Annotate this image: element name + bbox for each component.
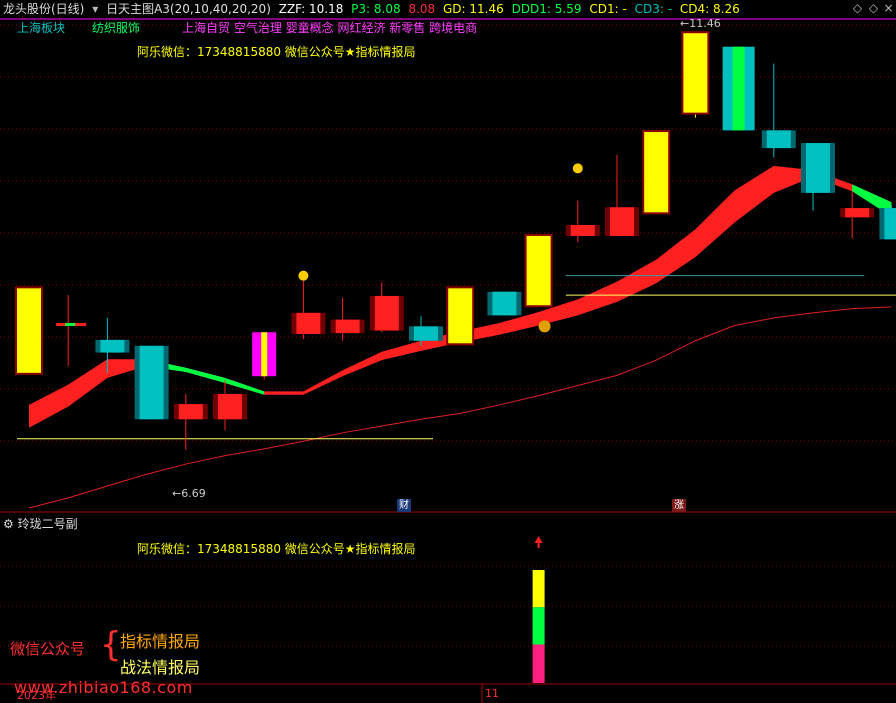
cd1-value: CD1: - [589,2,627,16]
candlestick-chart [0,18,896,703]
signal-dot [572,163,583,174]
candle-body [845,208,870,218]
promo-brace: { [100,625,122,665]
p3-value: P3: 8.08 [351,2,401,16]
finance-badge[interactable]: 财 [397,499,411,512]
candle-body [335,319,360,334]
candle-highlight [732,46,745,131]
candle-body [644,132,669,213]
p3b-value: 8.08 [408,2,436,16]
money-bag-icon [538,320,551,333]
candle-body [296,312,321,334]
watermark-sub: 阿乐微信：17348815880 微信公众号★指标情报局 [137,542,416,556]
settings-icon[interactable]: ◇ [851,2,864,15]
region-tag[interactable]: 上海板块 [17,19,65,36]
ddd1-value: DDD1: 5.59 [511,2,582,16]
signal-dot [298,270,309,281]
axis-month-label: 11 [485,687,499,700]
candle-body [570,224,595,236]
candle-body [766,130,791,149]
candle-body [526,235,551,306]
cd3-value: CD3: - [634,2,673,16]
candle-stripe [261,332,268,377]
candle-body [374,295,399,331]
promo-left-text: 微信公众号 [10,640,86,658]
axis-year-label: 2023年 [17,689,56,702]
close-icon[interactable]: × [882,2,895,15]
sub-bar-segment [532,644,545,683]
sub-bar-segment [532,607,545,645]
candle-body [17,288,41,373]
candle-body [884,208,896,240]
sub-panel-title[interactable]: ⚙ 玲珑二号副 [3,515,78,532]
candle-highlight [65,322,76,326]
candle-body [492,291,517,316]
candle-body [610,207,634,236]
candle-body [683,33,708,113]
gd-value: GD: 11.46 [443,2,504,16]
candle-body [414,326,438,341]
sub-bar-segment [532,570,545,608]
watermark-main: 阿乐微信：17348815880 微信公众号★指标情报局 [137,45,416,59]
zzf-value: ZZF: 10.18 [278,2,344,16]
header-bar: 龙头股份(日线) ▾ 日天主图A3(20,10,40,20,20) ZZF: 1… [0,0,896,18]
candle-body [178,404,203,420]
candle-body [448,288,473,344]
industry-tag[interactable]: 纺织服饰 [92,19,140,36]
high-label: ←11.46 [680,17,721,30]
promo-line-2: 战法情报局 [120,658,201,677]
candle-body [218,393,242,420]
cd4-value: CD4: 8.26 [679,2,740,16]
sub-settings-icon[interactable]: ⚙ [3,517,14,531]
concept-tags[interactable]: 上海自贸 空气治理 婴童概念 网红经济 新零售 跨境电商 [182,19,477,36]
zoom-icon[interactable]: ◇ [867,2,880,15]
dropdown-icon[interactable]: ▾ [92,2,98,16]
limit-up-badge[interactable]: 涨 [672,499,686,512]
low-label: ←6.69 [172,487,206,500]
candle-body [806,143,830,193]
indicator-name[interactable]: 日天主图A3(20,10,40,20,20) [106,2,271,16]
stock-title[interactable]: 龙头股份(日线) [0,2,84,16]
candle-body [100,339,125,353]
up-arrow-icon [534,536,543,548]
candle-body [139,345,164,420]
promo-line-1: 指标情报局 [120,632,201,651]
